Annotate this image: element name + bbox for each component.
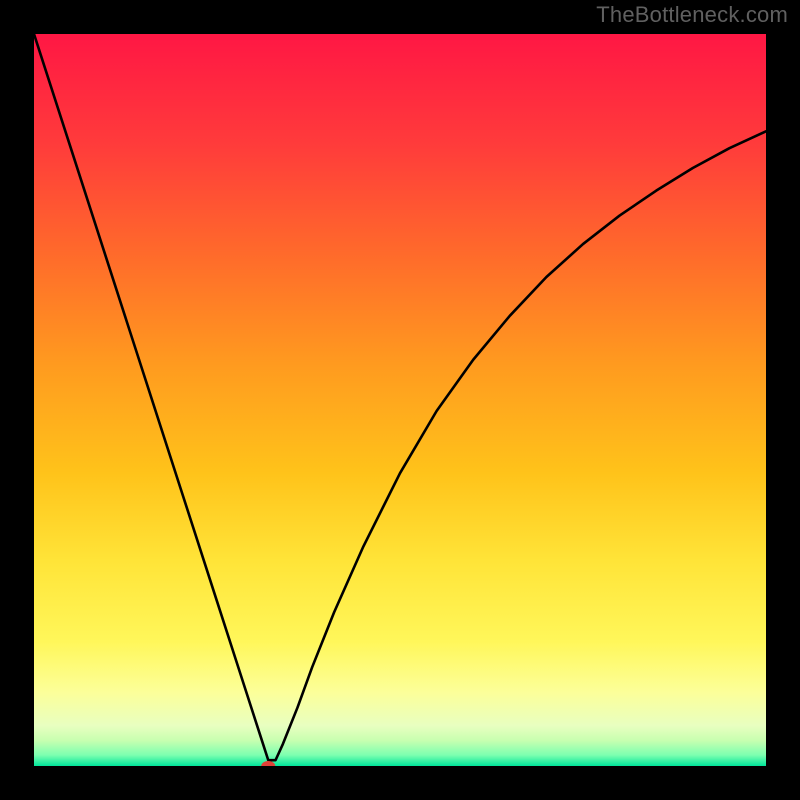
chart-frame: TheBottleneck.com [0,0,800,800]
gradient-background [34,34,766,766]
watermark-text: TheBottleneck.com [596,2,788,28]
bottleneck-chart [34,34,766,766]
